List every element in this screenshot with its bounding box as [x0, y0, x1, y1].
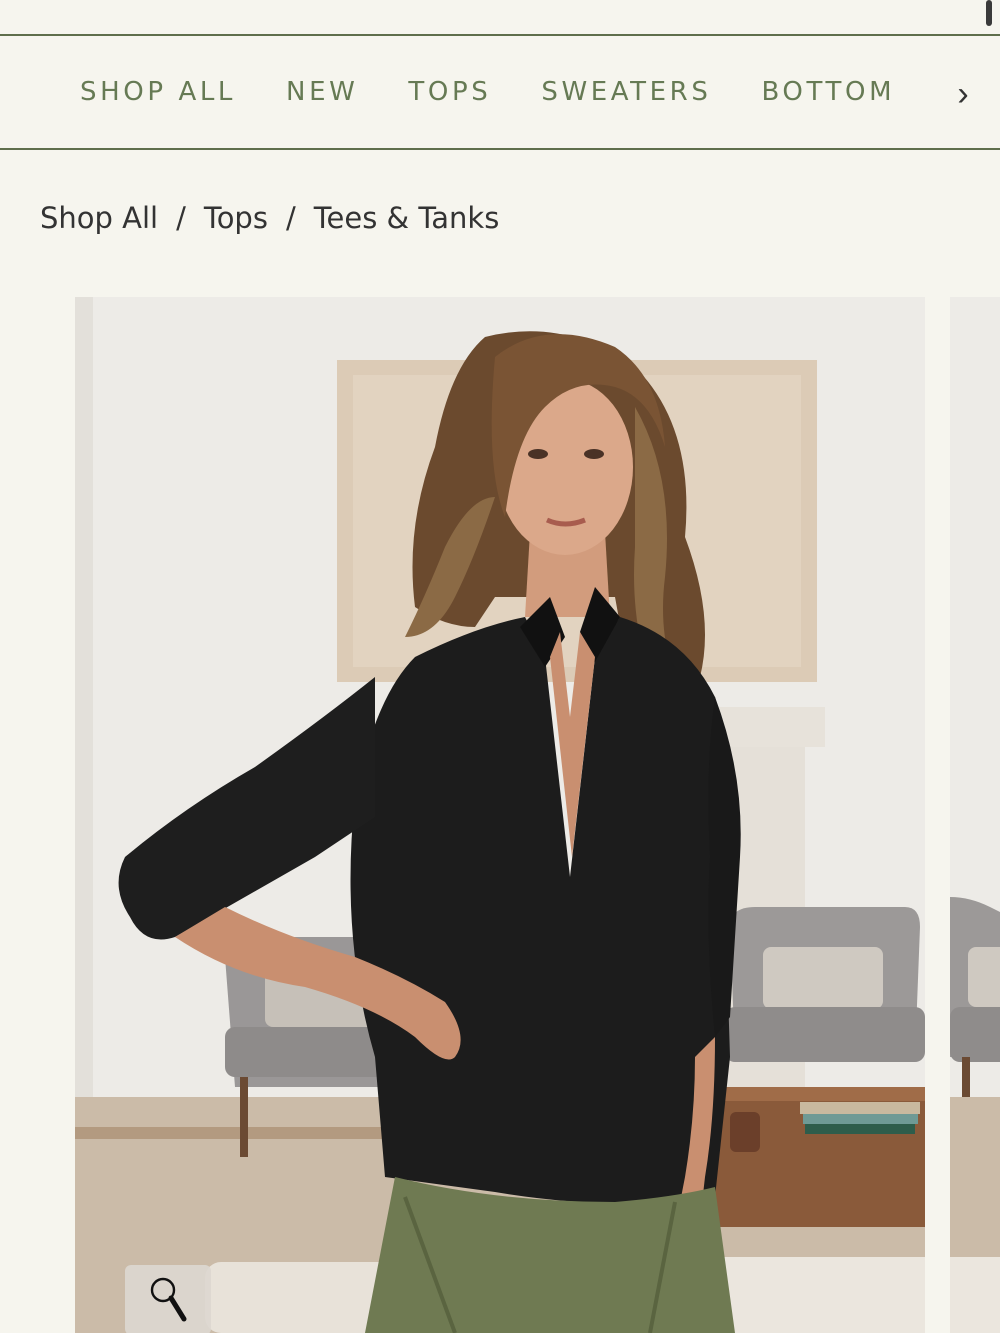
category-nav-list: SHOP ALL NEW TOPS SWEATERS BOTTOM	[80, 36, 945, 148]
category-nav: SHOP ALL NEW TOPS SWEATERS BOTTOM ›	[0, 34, 1000, 150]
breadcrumb-link-tops[interactable]: Tops	[204, 201, 268, 235]
product-image[interactable]	[75, 297, 925, 1333]
breadcrumb-link-shop-all[interactable]: Shop All	[40, 201, 158, 235]
breadcrumb-separator: /	[176, 201, 186, 235]
magnifier-icon	[150, 1277, 187, 1322]
product-gallery	[0, 297, 1000, 1333]
chevron-right-icon: ›	[957, 75, 969, 113]
top-strip	[0, 0, 1000, 34]
next-product-image[interactable]	[950, 297, 1000, 1333]
nav-item-sweaters[interactable]: SWEATERS	[541, 77, 711, 107]
nav-item-bottom[interactable]: BOTTOM	[761, 77, 895, 107]
nav-item-shop-all[interactable]: SHOP ALL	[80, 77, 236, 107]
scrollbar-thumb[interactable]	[986, 0, 992, 26]
product-photo-illustration	[75, 297, 925, 1333]
nav-item-new[interactable]: NEW	[286, 77, 358, 107]
zoom-button[interactable]	[125, 1265, 211, 1333]
breadcrumb-current-page: Tees & Tanks	[313, 201, 500, 235]
breadcrumb: Shop All / Tops / Tees & Tanks	[40, 196, 499, 240]
breadcrumb-separator: /	[285, 201, 296, 235]
next-photo-illustration	[950, 297, 1000, 1333]
nav-next-button[interactable]: ›	[950, 76, 976, 112]
nav-item-tops[interactable]: TOPS	[408, 77, 491, 107]
